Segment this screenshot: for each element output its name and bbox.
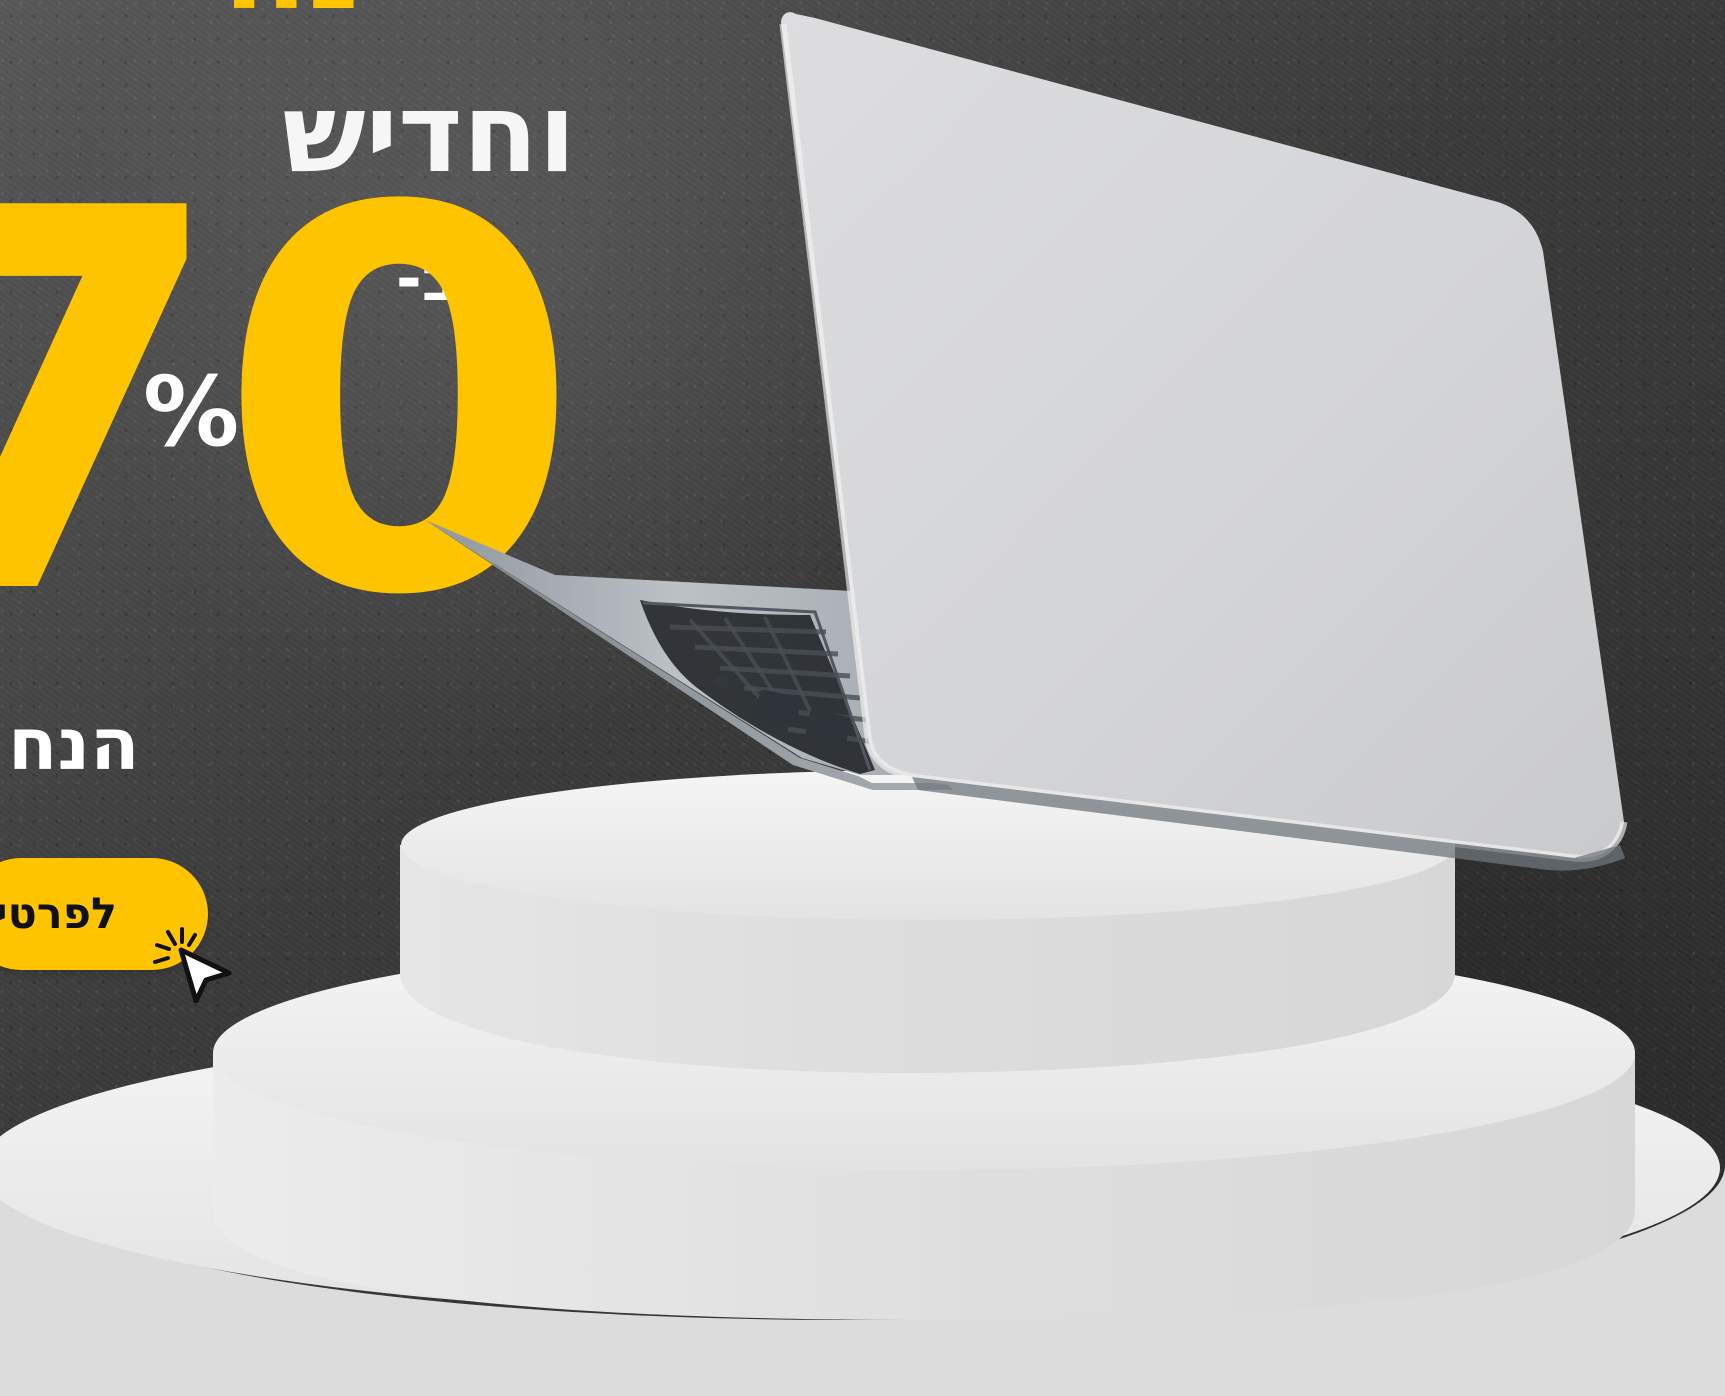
promo-banner: נה וחדיש ב- 70 % הנח [0, 0, 1725, 1396]
cursor-click-icon [153, 927, 232, 1003]
laptop-illustration [425, 12, 1628, 871]
